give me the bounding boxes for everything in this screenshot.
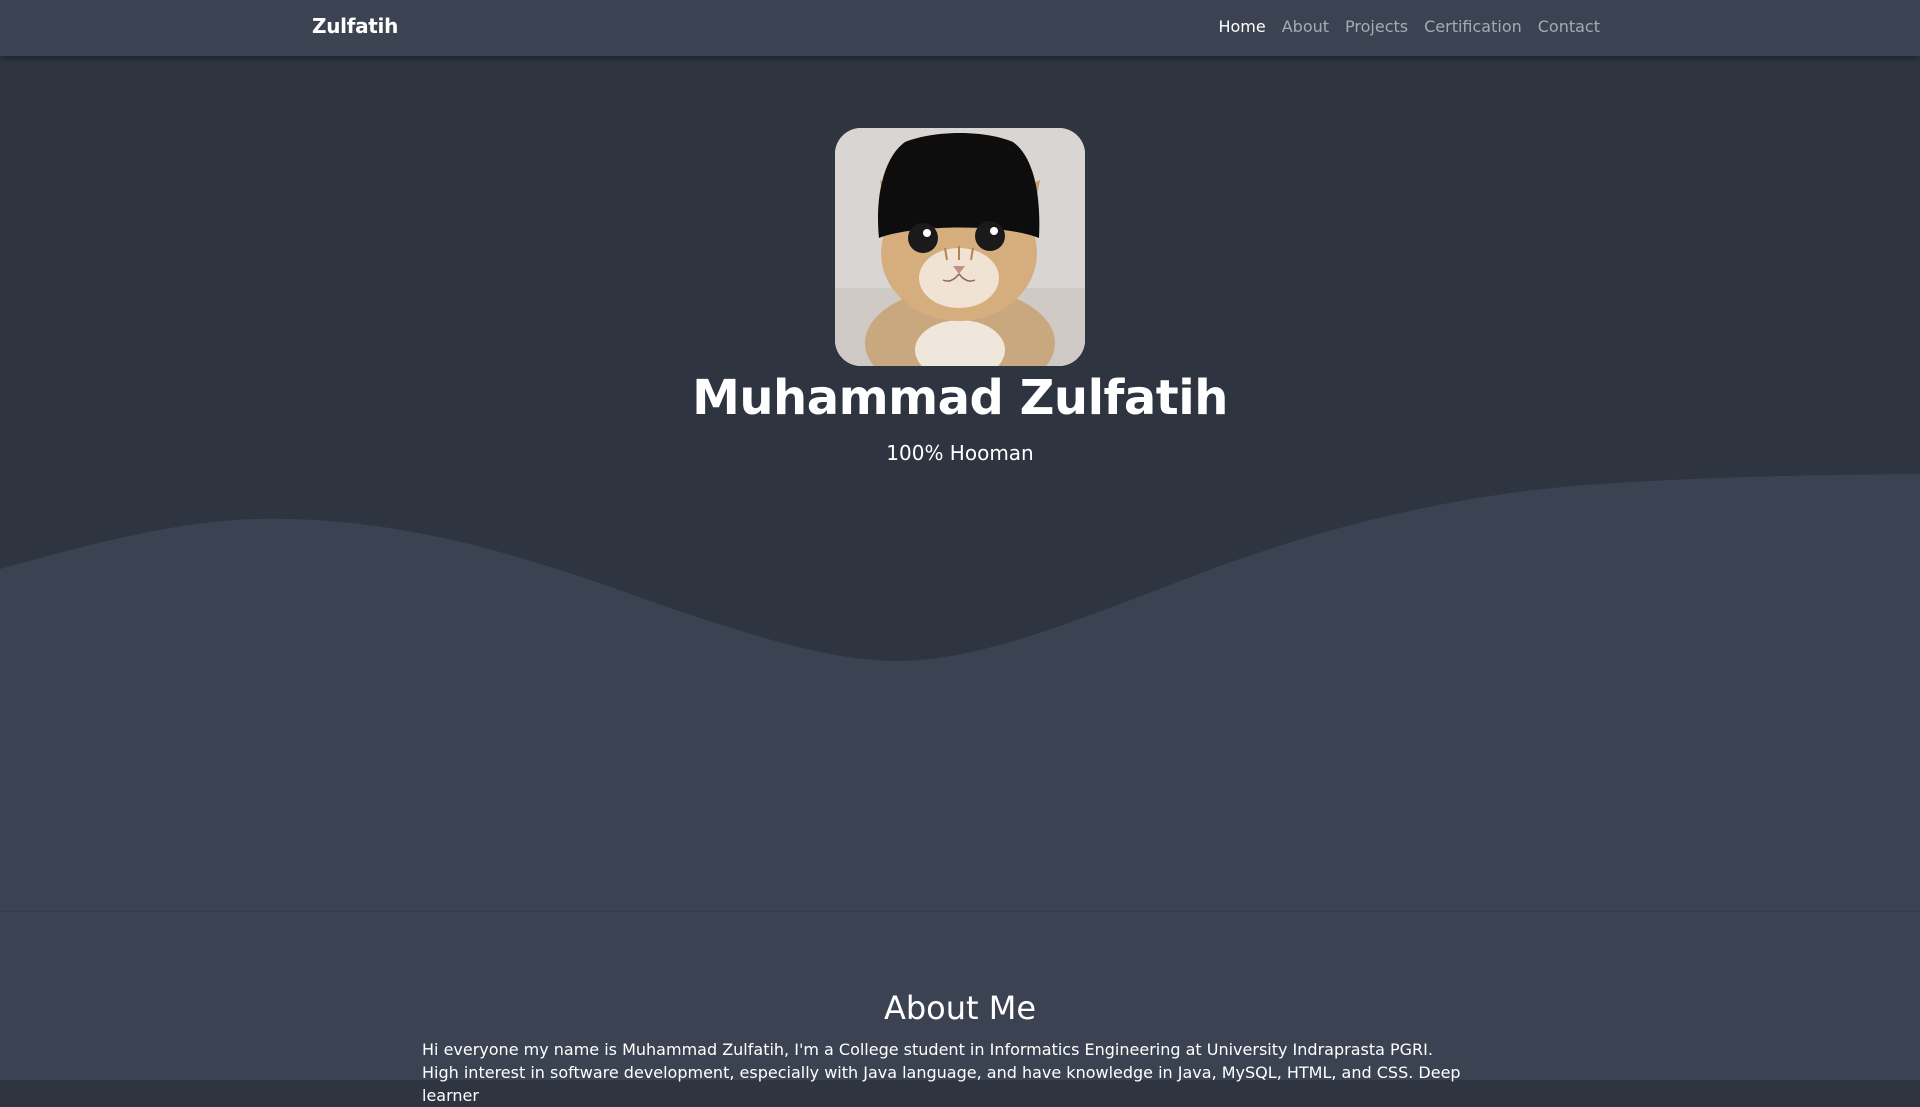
nav-certification-link[interactable]: Certification bbox=[1424, 17, 1522, 36]
profile-avatar bbox=[835, 128, 1085, 366]
cat-with-hat-icon bbox=[835, 128, 1085, 366]
nav-about-link[interactable]: About bbox=[1282, 17, 1329, 36]
nav-links: Home About Projects Certification Contac… bbox=[1218, 17, 1600, 36]
hero-name: Muhammad Zulfatih bbox=[692, 370, 1228, 426]
brand-link[interactable]: Zulfatih bbox=[312, 14, 398, 38]
hero-section: Muhammad Zulfatih 100% Hooman bbox=[0, 56, 1920, 911]
nav-home-link[interactable]: Home bbox=[1218, 17, 1265, 36]
nav-contact-link[interactable]: Contact bbox=[1538, 17, 1600, 36]
hero-tagline: 100% Hooman bbox=[886, 441, 1034, 465]
navbar: Zulfatih Home About Projects Certificati… bbox=[0, 0, 1920, 56]
about-section: About Me Hi everyone my name is Muhammad… bbox=[0, 911, 1920, 1105]
nav-projects-link[interactable]: Projects bbox=[1345, 17, 1408, 36]
about-title: About Me bbox=[883, 989, 1037, 1027]
about-text: Hi everyone my name is Muhammad Zulfatih… bbox=[422, 1040, 1461, 1105]
